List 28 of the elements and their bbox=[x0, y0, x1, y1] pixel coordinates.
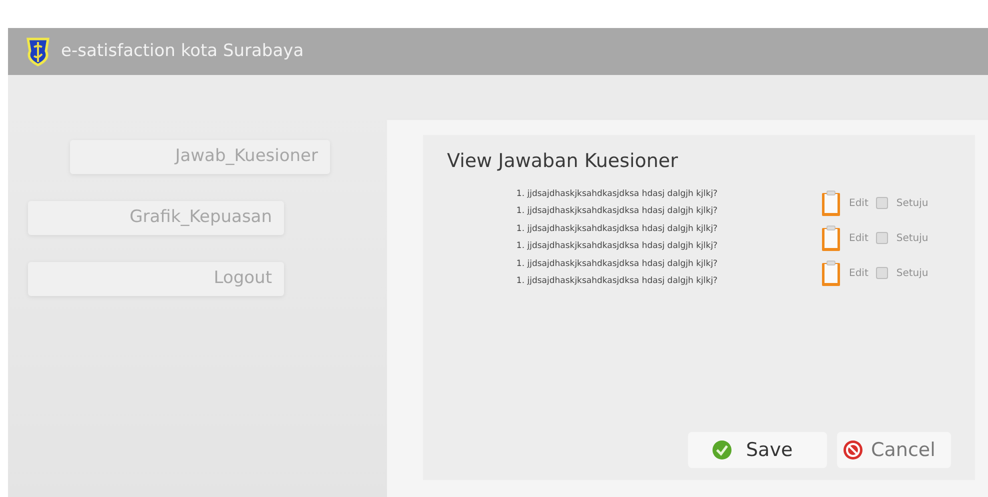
forbidden-icon bbox=[843, 440, 863, 460]
city-crest-icon bbox=[25, 36, 51, 66]
check-icon bbox=[712, 440, 732, 460]
edit-link[interactable]: Edit bbox=[849, 230, 868, 246]
clipboard-icon[interactable] bbox=[821, 190, 841, 216]
checkbox-label: Setuju bbox=[896, 196, 928, 210]
menu-button[interactable]: Jawab_Kuesioner bbox=[70, 140, 330, 174]
edit-link[interactable]: Edit bbox=[849, 266, 868, 280]
agree-checkbox[interactable] bbox=[876, 197, 888, 209]
agree-checkbox[interactable] bbox=[876, 232, 888, 244]
checkbox-label: Setuju bbox=[896, 232, 928, 246]
menu-button[interactable]: Logout bbox=[28, 262, 284, 296]
question-text: 1. jjdsajdhaskjksahdkasjdksa hdasj dalgjh kjlkj? bbox=[516, 275, 718, 288]
menu-button[interactable]: Grafik_Kepuasan bbox=[28, 201, 284, 235]
save-button[interactable]: Save bbox=[688, 432, 827, 468]
panel-title: View Jawaban Kuesioner bbox=[447, 149, 679, 174]
app-title: e-satisfaction kota Surabaya bbox=[61, 40, 304, 63]
question-text: 1. jjdsajdhaskjksahdkasjdksa hdasj dalgjh kjlkj? bbox=[516, 188, 718, 200]
question-text: 1. jjdsajdhaskjksahdkasjdksa hdasj dalgjh kjlkj? bbox=[516, 258, 718, 270]
edit-link[interactable]: Edit bbox=[849, 196, 868, 210]
clipboard-icon[interactable] bbox=[821, 224, 841, 252]
cancel-button[interactable]: Cancel bbox=[837, 432, 951, 468]
clipboard-icon[interactable] bbox=[821, 260, 841, 286]
question-text: 1. jjdsajdhaskjksahdkasjdksa hdasj dalgjh kjlkj? bbox=[516, 222, 718, 236]
agree-checkbox[interactable] bbox=[876, 267, 888, 279]
checkbox-label: Setuju bbox=[896, 266, 928, 280]
question-text: 1. jjdsajdhaskjksahdkasjdksa hdasj dalgjh kjlkj? bbox=[516, 240, 718, 253]
question-text: 1. jjdsajdhaskjksahdkasjdksa hdasj dalgjh kjlkj? bbox=[516, 205, 718, 218]
